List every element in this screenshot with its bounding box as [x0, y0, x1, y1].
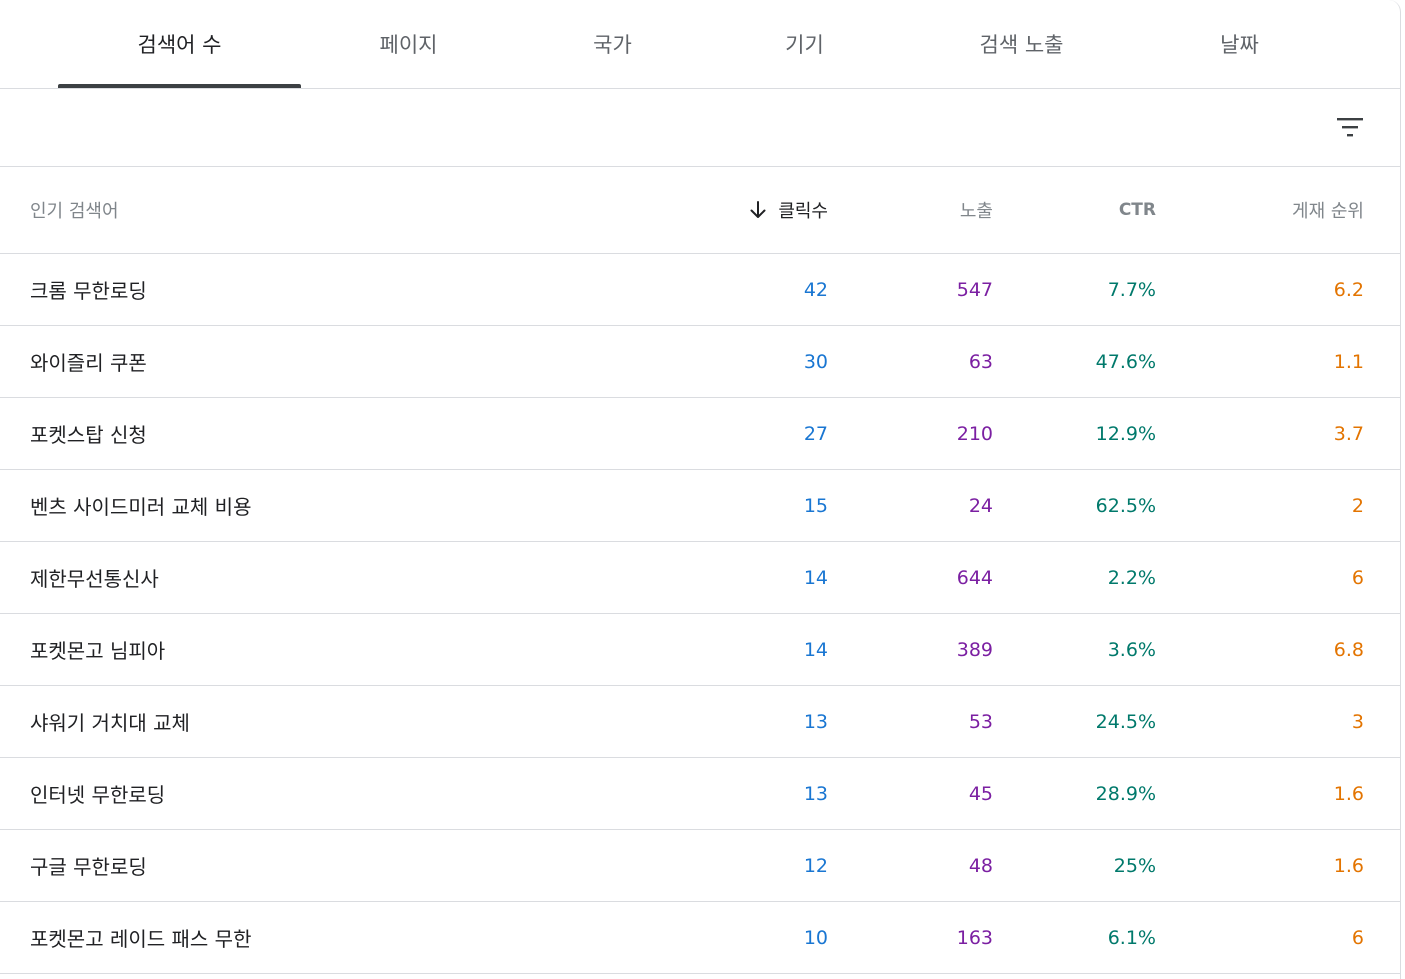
tab-dates[interactable]: 날짜 — [1143, 0, 1336, 88]
filter-list-icon — [1337, 118, 1363, 137]
position-cell: 6.2 — [1333, 278, 1364, 301]
position-cell: 6.8 — [1333, 638, 1364, 661]
position-cell: 2 — [1351, 494, 1364, 517]
queries-table: 인기 검색어 클릭수 노출 CTR 게재 순위 크롬 무한로딩 42 547 7… — [0, 167, 1401, 974]
clicks-cell: 10 — [803, 926, 828, 949]
impressions-cell: 163 — [956, 926, 993, 949]
query-cell: 인터넷 무한로딩 — [30, 783, 166, 807]
header-ctr[interactable]: CTR — [1119, 167, 1156, 253]
position-cell: 1.1 — [1333, 350, 1364, 373]
position-cell: 3.7 — [1333, 422, 1364, 445]
clicks-cell: 14 — [803, 566, 828, 589]
header-position[interactable]: 게재 순위 — [1292, 167, 1364, 253]
query-cell: 와이즐리 쿠폰 — [30, 351, 147, 375]
dimension-tabs: 검색어 수 페이지 국가 기기 검색 노출 날짜 — [0, 0, 1401, 89]
header-top-queries[interactable]: 인기 검색어 — [30, 167, 119, 253]
clicks-cell: 42 — [803, 278, 828, 301]
filter-bar — [0, 89, 1401, 167]
table-row[interactable]: 벤츠 사이드미러 교체 비용 15 24 62.5% 2 — [0, 470, 1401, 542]
query-cell: 제한무선통신사 — [30, 567, 159, 591]
query-cell: 포켓몬고 님피아 — [30, 639, 166, 663]
tab-queries[interactable]: 검색어 수 — [58, 0, 301, 88]
filter-button[interactable] — [1328, 105, 1372, 149]
table-row[interactable]: 샤워기 거치대 교체 13 53 24.5% 3 — [0, 686, 1401, 758]
query-cell: 벤츠 사이드미러 교체 비용 — [30, 495, 252, 519]
query-cell: 포켓몬고 레이드 패스 무한 — [30, 927, 252, 951]
query-cell: 샤워기 거치대 교체 — [30, 711, 190, 735]
ctr-cell: 25% — [1113, 854, 1156, 877]
tab-search-appearance[interactable]: 검색 노출 — [900, 0, 1143, 88]
query-cell: 포켓스탑 신청 — [30, 423, 147, 447]
clicks-cell: 14 — [803, 638, 828, 661]
impressions-cell: 210 — [956, 422, 993, 445]
table-row[interactable]: 포켓몬고 님피아 14 389 3.6% 6.8 — [0, 614, 1401, 686]
query-cell: 구글 무한로딩 — [30, 855, 147, 879]
ctr-cell: 28.9% — [1095, 782, 1156, 805]
clicks-cell: 13 — [803, 782, 828, 805]
tab-devices[interactable]: 기기 — [709, 0, 900, 88]
table-row[interactable]: 포켓몬고 레이드 패스 무한 10 163 6.1% 6 — [0, 902, 1401, 974]
header-clicks[interactable]: 클릭수 — [748, 167, 828, 253]
tab-pages[interactable]: 페이지 — [301, 0, 516, 88]
ctr-cell: 62.5% — [1095, 494, 1156, 517]
position-cell: 6 — [1351, 566, 1364, 589]
position-cell: 1.6 — [1333, 782, 1364, 805]
table-row[interactable]: 포켓스탑 신청 27 210 12.9% 3.7 — [0, 398, 1401, 470]
impressions-cell: 547 — [956, 278, 993, 301]
ctr-cell: 12.9% — [1095, 422, 1156, 445]
position-cell: 3 — [1351, 710, 1364, 733]
impressions-cell: 45 — [968, 782, 993, 805]
position-cell: 1.6 — [1333, 854, 1364, 877]
clicks-cell: 12 — [803, 854, 828, 877]
table-row[interactable]: 크롬 무한로딩 42 547 7.7% 6.2 — [0, 254, 1401, 326]
ctr-cell: 3.6% — [1107, 638, 1156, 661]
impressions-cell: 389 — [956, 638, 993, 661]
impressions-cell: 24 — [968, 494, 993, 517]
query-cell: 크롬 무한로딩 — [30, 279, 147, 303]
ctr-cell: 6.1% — [1107, 926, 1156, 949]
arrow-down-icon — [748, 200, 768, 220]
ctr-cell: 2.2% — [1107, 566, 1156, 589]
position-cell: 6 — [1351, 926, 1364, 949]
ctr-cell: 7.7% — [1107, 278, 1156, 301]
clicks-cell: 15 — [803, 494, 828, 517]
table-header-row: 인기 검색어 클릭수 노출 CTR 게재 순위 — [0, 167, 1401, 254]
clicks-cell: 13 — [803, 710, 828, 733]
performance-table-panel: 검색어 수 페이지 국가 기기 검색 노출 날짜 인기 검색어 클릭수 노출 C… — [0, 0, 1401, 979]
active-tab-indicator — [58, 84, 301, 88]
table-row[interactable]: 제한무선통신사 14 644 2.2% 6 — [0, 542, 1401, 614]
clicks-cell: 27 — [803, 422, 828, 445]
tab-countries[interactable]: 국가 — [516, 0, 709, 88]
header-impressions[interactable]: 노출 — [960, 167, 993, 253]
ctr-cell: 47.6% — [1095, 350, 1156, 373]
clicks-cell: 30 — [803, 350, 828, 373]
table-row[interactable]: 와이즐리 쿠폰 30 63 47.6% 1.1 — [0, 326, 1401, 398]
header-clicks-label: 클릭수 — [778, 201, 828, 222]
impressions-cell: 63 — [968, 350, 993, 373]
impressions-cell: 53 — [968, 710, 993, 733]
impressions-cell: 48 — [968, 854, 993, 877]
table-row[interactable]: 인터넷 무한로딩 13 45 28.9% 1.6 — [0, 758, 1401, 830]
ctr-cell: 24.5% — [1095, 710, 1156, 733]
table-row[interactable]: 구글 무한로딩 12 48 25% 1.6 — [0, 830, 1401, 902]
impressions-cell: 644 — [956, 566, 993, 589]
